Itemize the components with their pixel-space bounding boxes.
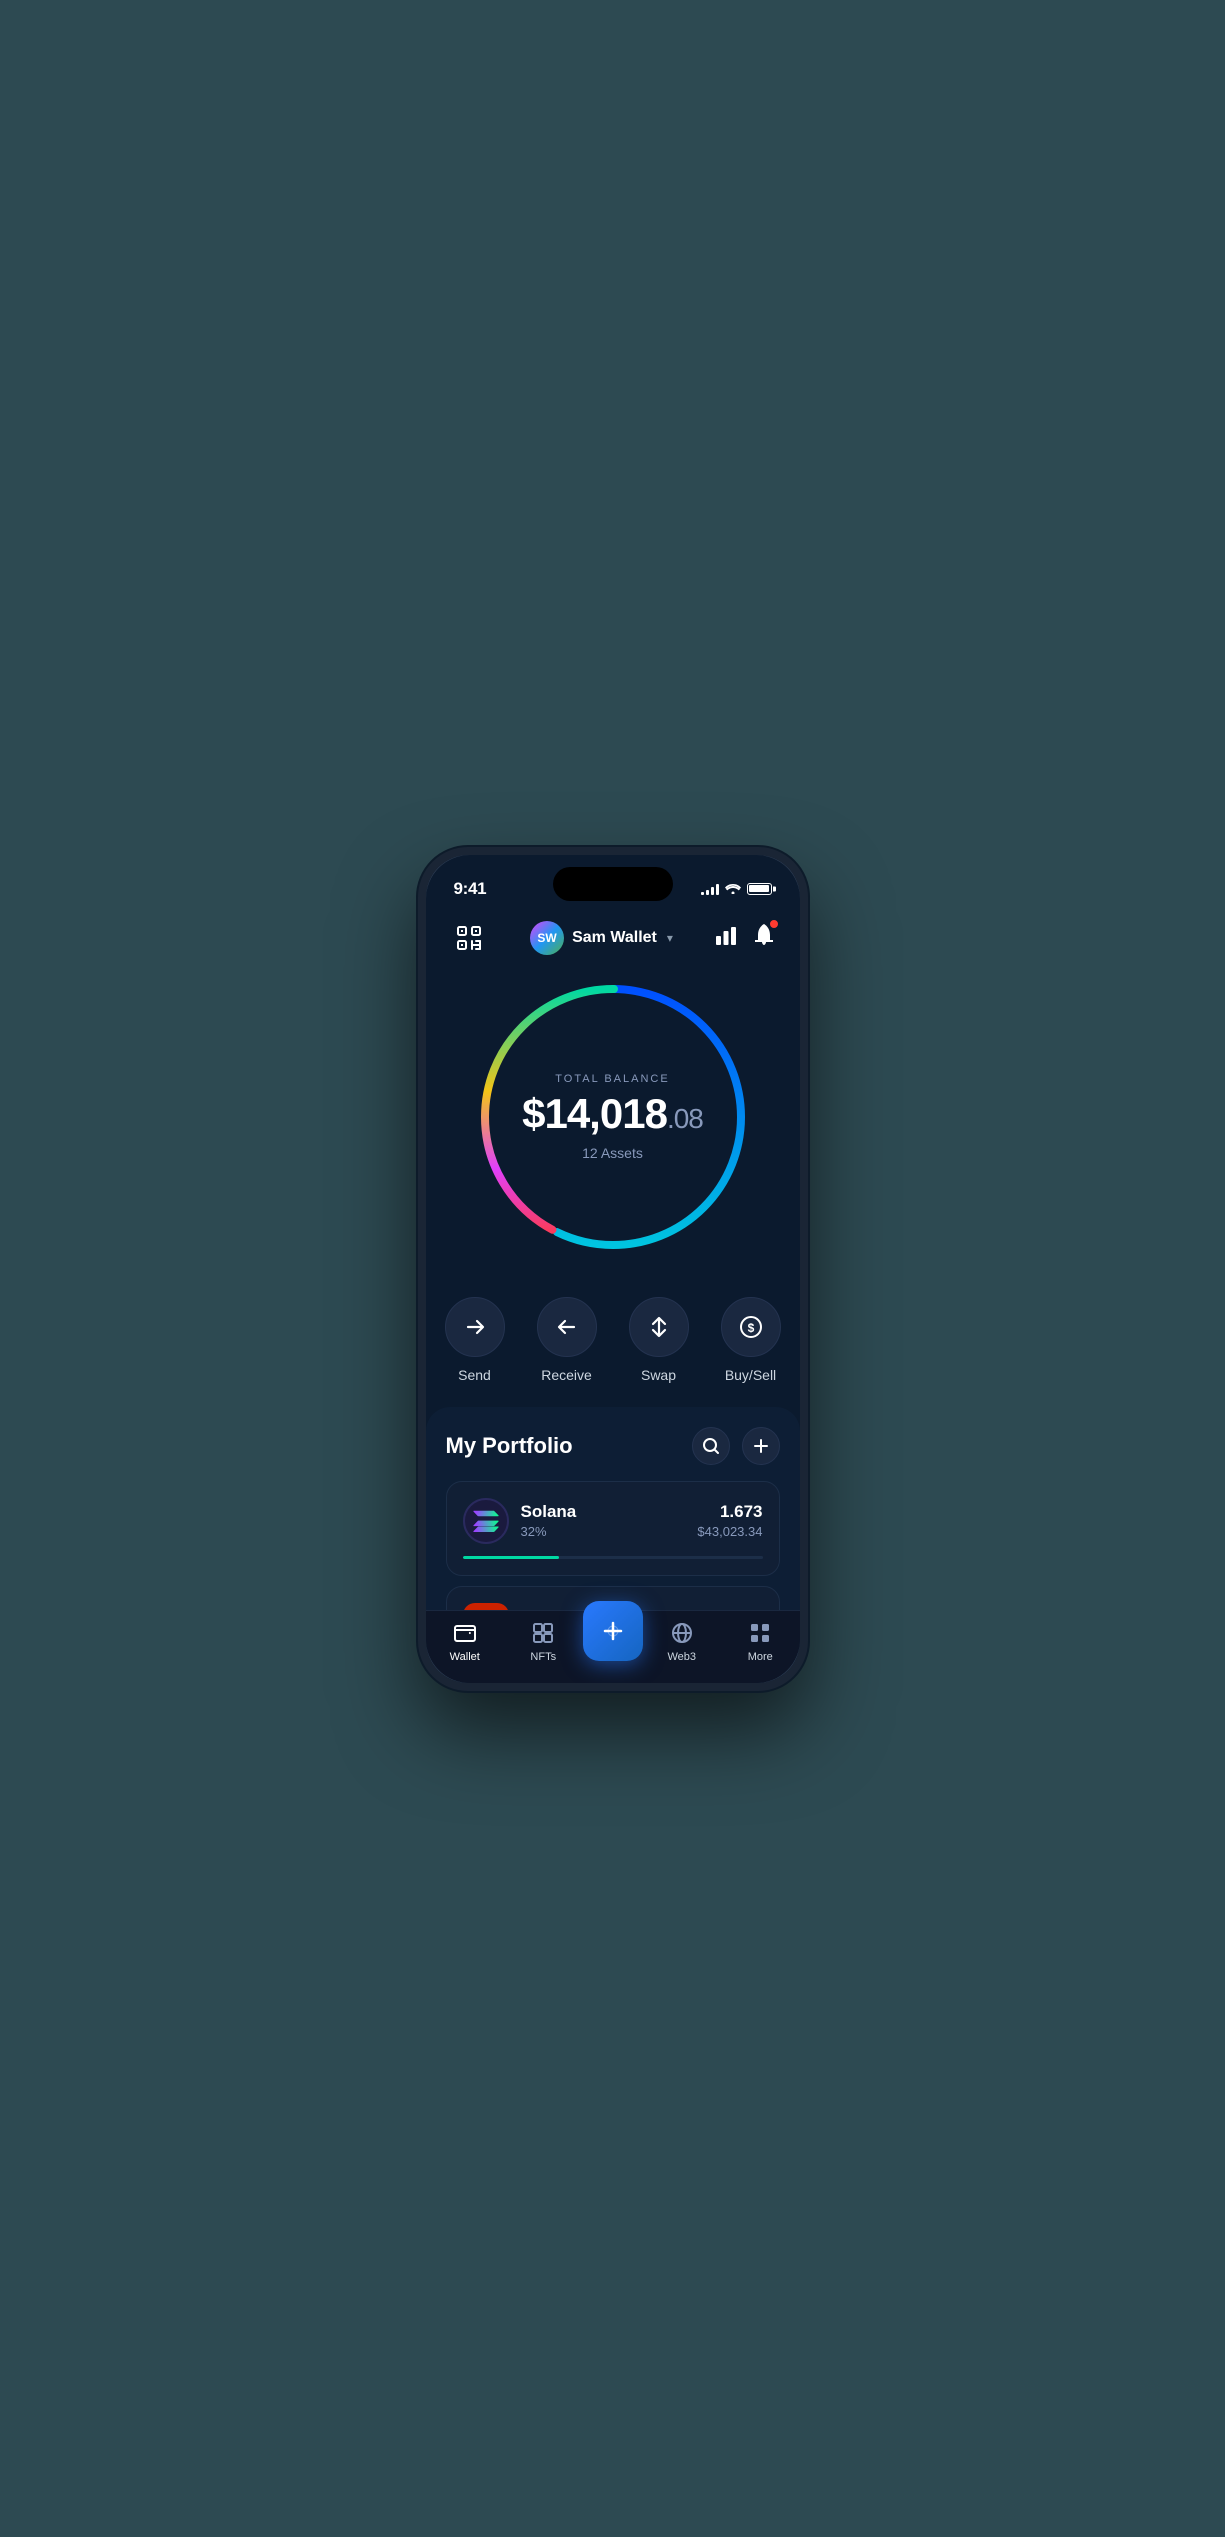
web3-nav-label: Web3 (667, 1651, 696, 1663)
status-icons (701, 881, 772, 897)
portfolio-header: My Portfolio (446, 1427, 780, 1465)
more-nav-label: More (748, 1651, 773, 1663)
swap-button[interactable]: Swap (629, 1297, 689, 1383)
notification-button[interactable] (753, 923, 775, 953)
solana-pct: 32% (521, 1524, 686, 1539)
nav-wallet[interactable]: Wallet (426, 1619, 505, 1663)
avatar: SW (530, 921, 564, 955)
buysell-button[interactable]: $ Buy/Sell (721, 1297, 781, 1383)
solana-values: 1.673 $43,023.34 (697, 1502, 762, 1539)
receive-icon (537, 1297, 597, 1357)
status-time: 9:41 (454, 879, 487, 899)
wallet-selector[interactable]: SW Sam Wallet ▾ (530, 921, 673, 955)
solana-name: Solana (521, 1502, 686, 1522)
chevron-down-icon: ▾ (667, 931, 673, 945)
optimism-icon: OP (463, 1603, 509, 1610)
balance-whole: $14,018 (522, 1090, 667, 1137)
buysell-icon: $ (721, 1297, 781, 1357)
bottom-nav: Wallet NFTs (426, 1610, 800, 1683)
more-icon (746, 1619, 774, 1647)
nav-center-button[interactable] (583, 1601, 643, 1661)
phone-frame: 9:41 (418, 847, 808, 1691)
nav-web3[interactable]: Web3 (643, 1619, 722, 1663)
search-button[interactable] (692, 1427, 730, 1465)
swap-icon (629, 1297, 689, 1357)
buysell-label: Buy/Sell (725, 1367, 776, 1383)
send-button[interactable]: Send (445, 1297, 505, 1383)
portfolio-title: My Portfolio (446, 1433, 573, 1459)
app-header: SW Sam Wallet ▾ (426, 909, 800, 967)
nfts-nav-label: NFTs (530, 1651, 556, 1663)
asset-card-solana[interactable]: Solana 32% 1.673 $43,023.34 (446, 1481, 780, 1576)
header-actions (715, 923, 775, 953)
asset-row: Solana 32% 1.673 $43,023.34 (463, 1498, 763, 1544)
scan-button[interactable] (450, 919, 488, 957)
wifi-icon (725, 881, 741, 897)
balance-label: TOTAL BALANCE (522, 1073, 703, 1085)
send-label: Send (458, 1367, 491, 1383)
action-buttons: Send Receive Swap (426, 1277, 800, 1407)
solana-bar (463, 1556, 763, 1559)
nav-nfts[interactable]: NFTs (504, 1619, 583, 1663)
asset-list: Solana 32% 1.673 $43,023.34 (446, 1481, 780, 1610)
solana-info: Solana 32% (521, 1502, 686, 1539)
balance-content: TOTAL BALANCE $14,018.08 12 Assets (522, 1073, 703, 1161)
nfts-icon (529, 1619, 557, 1647)
solana-usd: $43,023.34 (697, 1524, 762, 1539)
add-asset-button[interactable] (742, 1427, 780, 1465)
wallet-icon (451, 1619, 479, 1647)
balance-amount: $14,018.08 (522, 1093, 703, 1135)
wallet-name: Sam Wallet (572, 929, 657, 947)
receive-button[interactable]: Receive (537, 1297, 597, 1383)
web3-icon (668, 1619, 696, 1647)
portfolio-section: My Portfolio (426, 1407, 800, 1610)
balance-circle: TOTAL BALANCE $14,018.08 12 Assets (473, 977, 753, 1257)
dynamic-island (553, 867, 673, 901)
balance-cents: .08 (667, 1103, 703, 1134)
solana-icon (463, 1498, 509, 1544)
portfolio-actions (692, 1427, 780, 1465)
wallet-nav-label: Wallet (450, 1651, 480, 1663)
battery-icon (747, 883, 772, 895)
send-icon (445, 1297, 505, 1357)
chart-button[interactable] (715, 924, 737, 952)
assets-count: 12 Assets (522, 1145, 703, 1161)
nav-more[interactable]: More (721, 1619, 800, 1663)
solana-amount: 1.673 (697, 1502, 762, 1522)
svg-text:$: $ (747, 1321, 754, 1335)
notification-badge (769, 919, 779, 929)
phone-screen: 9:41 (426, 855, 800, 1683)
signal-icon (701, 883, 719, 895)
swap-label: Swap (641, 1367, 676, 1383)
receive-label: Receive (541, 1367, 592, 1383)
balance-section: TOTAL BALANCE $14,018.08 12 Assets (426, 967, 800, 1277)
